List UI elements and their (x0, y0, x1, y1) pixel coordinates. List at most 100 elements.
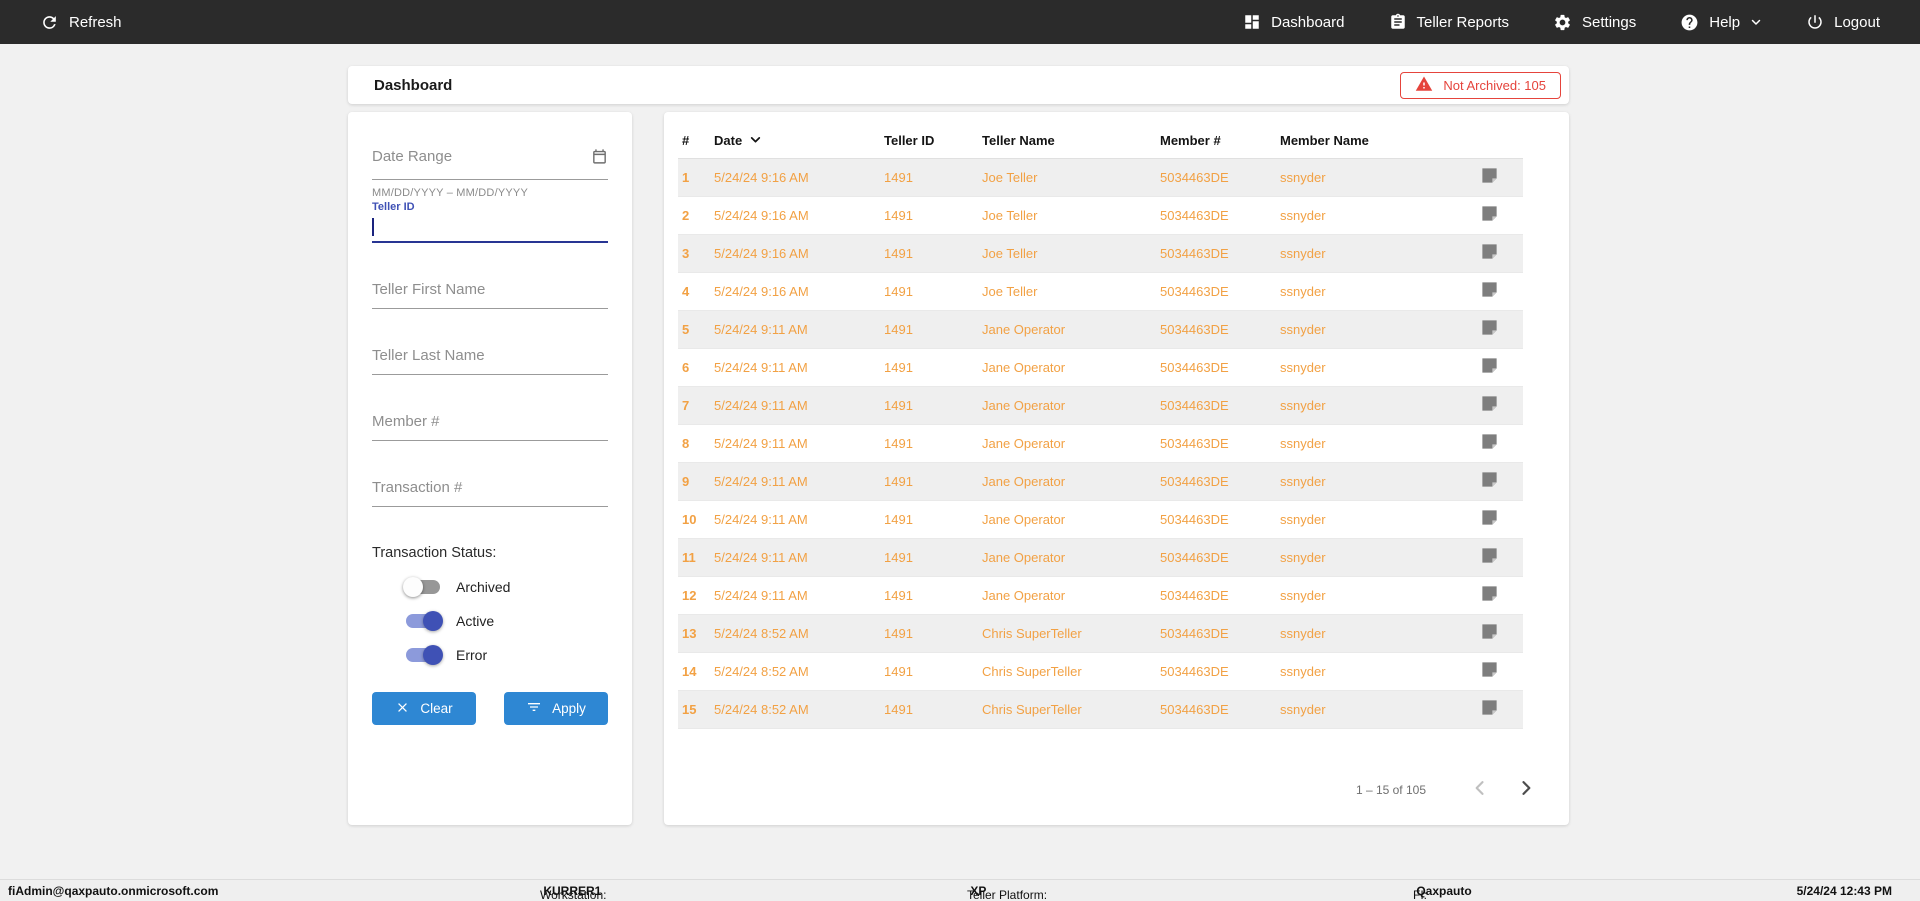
cell-member-number: 5034463DE (1160, 207, 1229, 223)
note-icon[interactable] (1480, 356, 1499, 375)
cell-member-name: ssnyder (1280, 587, 1326, 603)
cell-member-number: 5034463DE (1160, 435, 1229, 451)
row-number: 6 (682, 359, 690, 375)
cell-member-number: 5034463DE (1160, 587, 1229, 603)
note-icon[interactable] (1480, 166, 1499, 185)
col-date[interactable]: Date (710, 124, 880, 159)
teller-id-input[interactable] (372, 213, 608, 243)
cell-member-number: 5034463DE (1160, 321, 1229, 337)
note-icon[interactable] (1480, 546, 1499, 565)
cell-teller-name: Chris SuperTeller (982, 663, 1082, 679)
nav-settings-label: Settings (1582, 13, 1637, 31)
note-icon[interactable] (1480, 698, 1499, 717)
table-row[interactable]: 14 5/24/24 8:52 AM 1491 Chris SuperTelle… (678, 652, 1523, 690)
table-row[interactable]: 11 5/24/24 9:11 AM 1491 Jane Operator 50… (678, 538, 1523, 576)
date-range-hint: MM/DD/YYYY – MM/DD/YYYY (372, 187, 528, 199)
status-bar: fiAdmin@qaxpauto.onmicrosoft.com Worksta… (0, 879, 1920, 901)
table-row[interactable]: 9 5/24/24 9:11 AM 1491 Jane Operator 503… (678, 462, 1523, 500)
cell-teller-name: Jane Operator (982, 435, 1066, 451)
cell-teller-name: Joe Teller (982, 245, 1038, 261)
date-range-field[interactable]: Date Range (372, 148, 608, 180)
teller-first-name-field[interactable]: Teller First Name (372, 281, 608, 309)
cell-member-number: 5034463DE (1160, 625, 1229, 641)
top-navigation-bar: Refresh Dashboard Teller Reports Setting… (0, 0, 1920, 44)
cell-member-name: ssnyder (1280, 245, 1326, 261)
cell-note (1450, 234, 1523, 272)
calendar-icon[interactable] (591, 148, 608, 170)
not-archived-badge-label: Not Archived: 105 (1443, 77, 1546, 93)
nav-teller-reports[interactable]: Teller Reports (1389, 13, 1509, 31)
note-icon[interactable] (1480, 622, 1499, 641)
cell-note (1450, 424, 1523, 462)
toggle-label: Error (456, 647, 488, 663)
table-row[interactable]: 8 5/24/24 9:11 AM 1491 Jane Operator 503… (678, 424, 1523, 462)
row-number: 14 (682, 663, 697, 679)
note-icon[interactable] (1480, 470, 1499, 489)
status-toggle[interactable]: Error (372, 645, 608, 665)
cell-member-number: 5034463DE (1160, 283, 1229, 299)
note-icon[interactable] (1480, 432, 1499, 451)
cell-teller-id: 1491 (884, 587, 913, 603)
transactions-body: 1 5/24/24 9:16 AM 1491 Joe Teller 503446… (678, 158, 1523, 728)
toggle-switch-icon[interactable] (406, 645, 443, 665)
current-datetime: 5/24/24 12:43 PM (1796, 884, 1892, 898)
member-number-field[interactable]: Member # (372, 413, 608, 441)
table-row[interactable]: 10 5/24/24 9:11 AM 1491 Jane Operator 50… (678, 500, 1523, 538)
status-toggle[interactable]: Active (372, 611, 608, 631)
table-row[interactable]: 5 5/24/24 9:11 AM 1491 Jane Operator 503… (678, 310, 1523, 348)
table-row[interactable]: 12 5/24/24 9:11 AM 1491 Jane Operator 50… (678, 576, 1523, 614)
page-title: Dashboard (374, 76, 453, 94)
cell-teller-name: Jane Operator (982, 359, 1066, 375)
cell-note (1450, 576, 1523, 614)
pagination-range: 1 – 15 of 105 (1355, 782, 1426, 797)
apply-button[interactable]: Apply (504, 692, 608, 725)
cell-teller-name: Jane Operator (982, 549, 1066, 565)
cell-date: 5/24/24 9:11 AM (714, 435, 808, 451)
filter-panel: Date Range MM/DD/YYYY – MM/DD/YYYY Telle… (348, 112, 632, 825)
transaction-number-field[interactable]: Transaction # (372, 479, 608, 507)
note-icon[interactable] (1480, 584, 1499, 603)
cell-note (1450, 196, 1523, 234)
power-icon (1806, 13, 1824, 31)
table-row[interactable]: 1 5/24/24 9:16 AM 1491 Joe Teller 503446… (678, 158, 1523, 196)
status-toggle[interactable]: Archived (372, 577, 608, 597)
logged-in-user: fiAdmin@qaxpauto.onmicrosoft.com (8, 884, 219, 898)
note-icon[interactable] (1480, 204, 1499, 223)
toggle-switch-icon[interactable] (403, 577, 440, 597)
teller-last-name-field[interactable]: Teller Last Name (372, 347, 608, 375)
note-icon[interactable] (1480, 318, 1499, 337)
table-row[interactable]: 6 5/24/24 9:11 AM 1491 Jane Operator 503… (678, 348, 1523, 386)
cell-member-name: ssnyder (1280, 207, 1326, 223)
nav-help[interactable]: Help (1680, 13, 1762, 32)
note-icon[interactable] (1480, 280, 1499, 299)
table-row[interactable]: 13 5/24/24 8:52 AM 1491 Chris SuperTelle… (678, 614, 1523, 652)
cell-date: 5/24/24 9:16 AM (714, 283, 809, 299)
refresh-button[interactable]: Refresh (40, 13, 122, 32)
table-row[interactable]: 15 5/24/24 8:52 AM 1491 Chris SuperTelle… (678, 690, 1523, 728)
cell-teller-id: 1491 (884, 549, 913, 565)
previous-page-button[interactable] (1470, 778, 1490, 801)
table-row[interactable]: 3 5/24/24 9:16 AM 1491 Joe Teller 503446… (678, 234, 1523, 272)
table-row[interactable]: 7 5/24/24 9:11 AM 1491 Jane Operator 503… (678, 386, 1523, 424)
not-archived-badge[interactable]: Not Archived: 105 (1400, 71, 1561, 99)
toggle-switch-icon[interactable] (406, 611, 443, 631)
date-range-placeholder: Date Range (372, 148, 453, 165)
toggle-label: Archived (456, 579, 511, 595)
note-icon[interactable] (1480, 508, 1499, 527)
cell-note (1450, 386, 1523, 424)
table-row[interactable]: 2 5/24/24 9:16 AM 1491 Joe Teller 503446… (678, 196, 1523, 234)
note-icon[interactable] (1480, 394, 1499, 413)
nav-dashboard[interactable]: Dashboard (1243, 13, 1345, 31)
teller-last-name-placeholder: Teller Last Name (372, 347, 485, 364)
clear-button[interactable]: Clear (372, 692, 476, 725)
cell-teller-id: 1491 (884, 283, 913, 299)
nav-logout[interactable]: Logout (1806, 13, 1880, 31)
nav-settings[interactable]: Settings (1553, 13, 1636, 32)
filter-icon (526, 699, 542, 718)
note-icon[interactable] (1480, 660, 1499, 679)
next-page-button[interactable] (1516, 778, 1536, 801)
table-row[interactable]: 4 5/24/24 9:16 AM 1491 Joe Teller 503446… (678, 272, 1523, 310)
note-icon[interactable] (1480, 242, 1499, 261)
cell-member-number: 5034463DE (1160, 397, 1229, 413)
cell-date: 5/24/24 9:11 AM (714, 397, 808, 413)
